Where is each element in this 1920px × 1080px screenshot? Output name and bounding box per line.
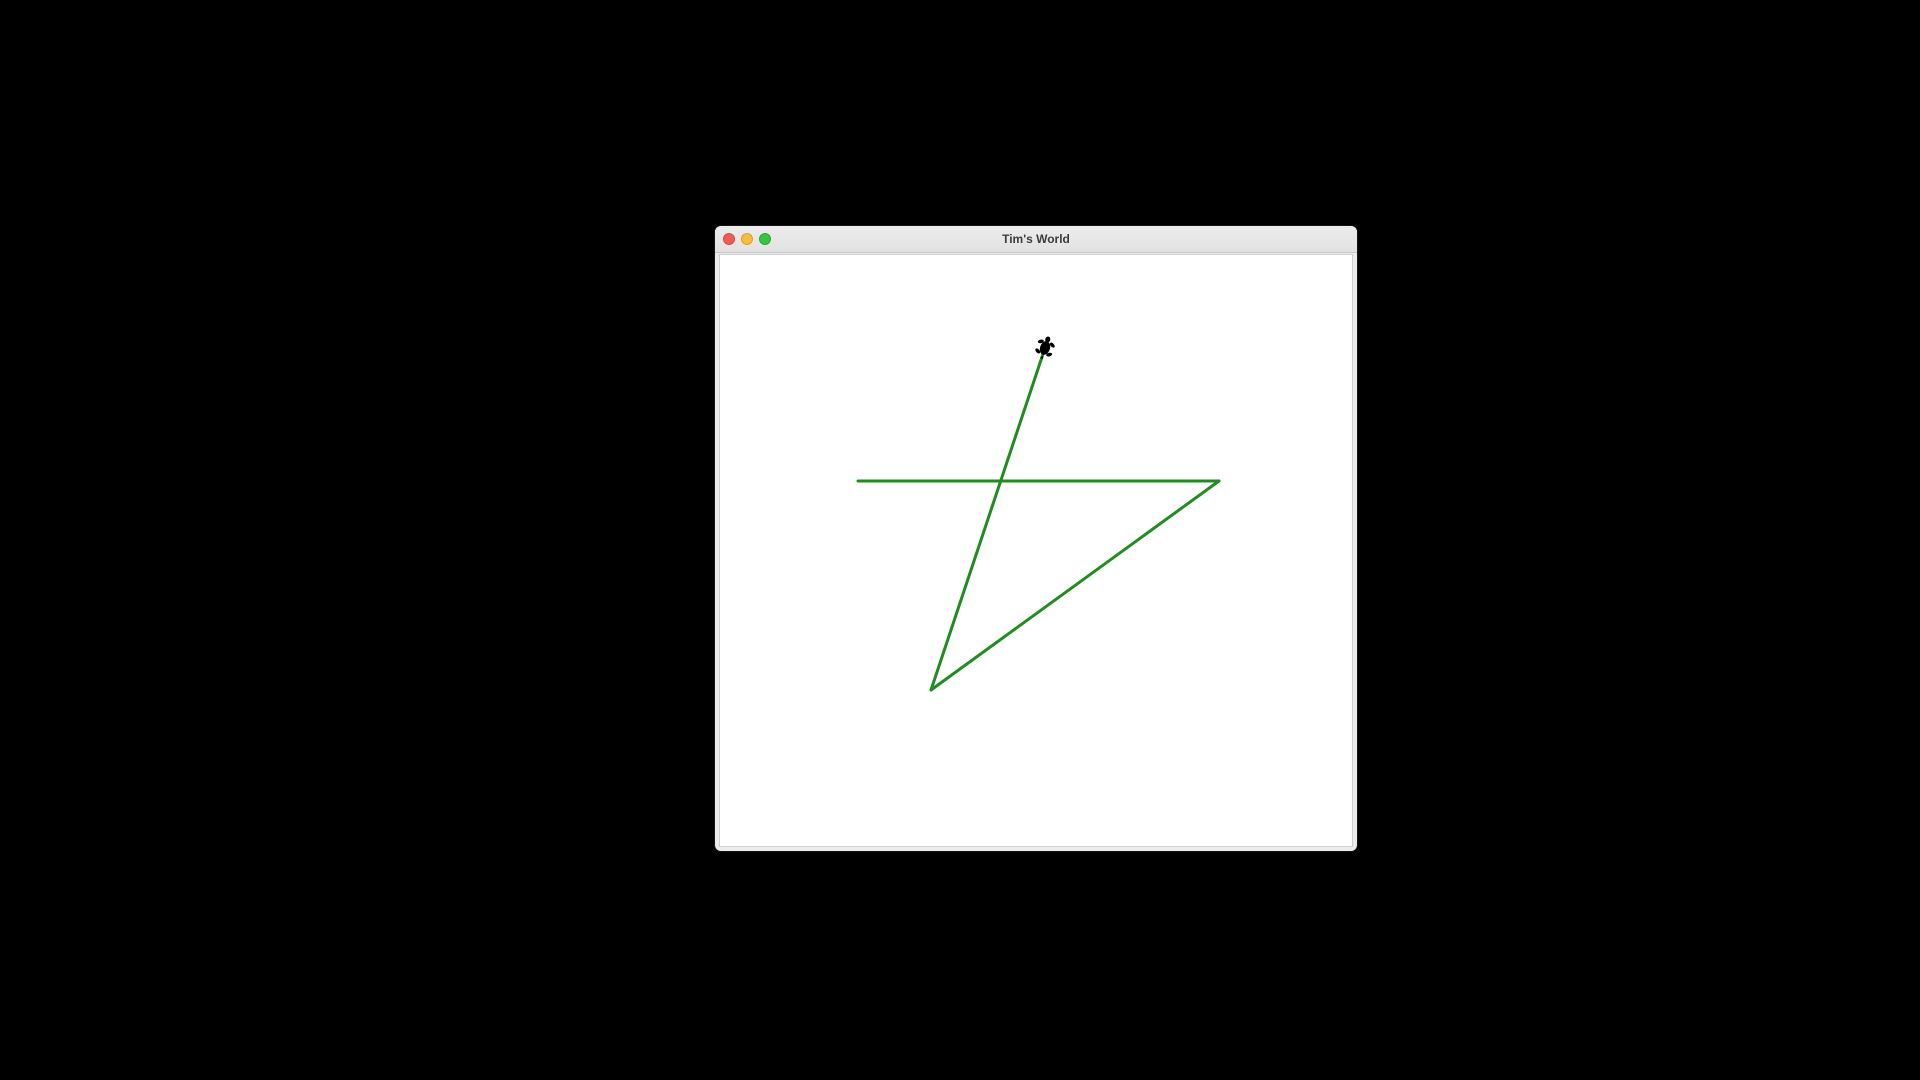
title-bar[interactable]: Tim's World	[715, 226, 1357, 253]
turtle-canvas[interactable]	[719, 254, 1353, 847]
window-title: Tim's World	[1002, 232, 1070, 246]
turtle-icon	[1035, 336, 1055, 359]
turtle-window[interactable]: Tim's World	[715, 226, 1357, 851]
drawing-area	[856, 336, 1221, 692]
pen-stroke-diagonal-up	[929, 346, 1047, 692]
desktop: Tim's World	[0, 0, 1920, 1080]
pen-stroke-diagonal-down	[929, 479, 1221, 692]
